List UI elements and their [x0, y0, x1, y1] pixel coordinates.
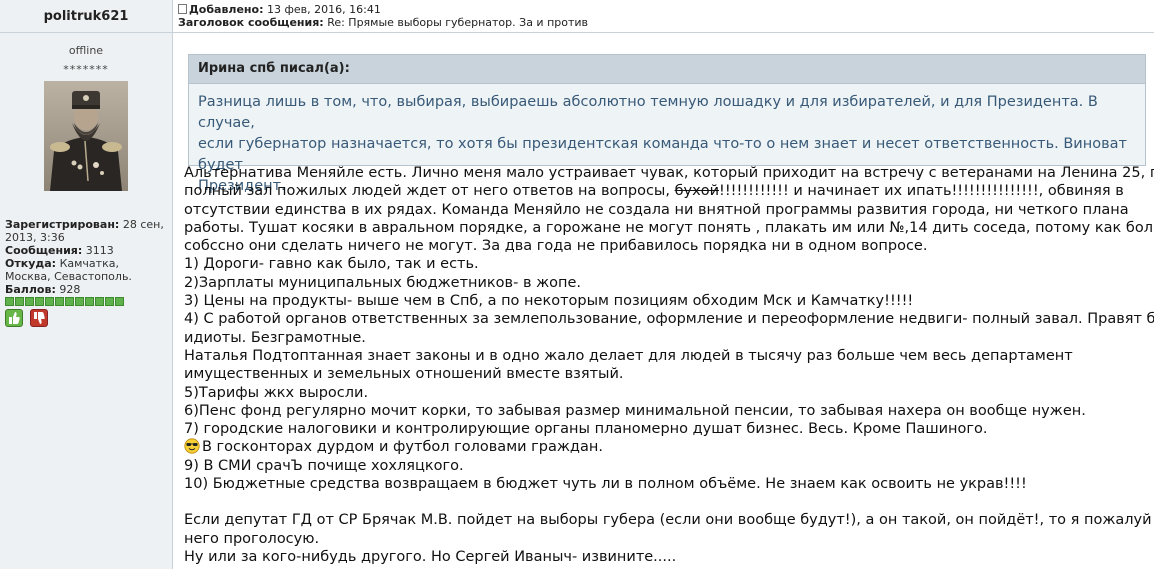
post-subject-row: Заголовок сообщения: Re: Прямые выборы г… [178, 16, 588, 29]
message-line: Если депутат ГД от СР Брячак М.В. пойдет… [184, 512, 1154, 529]
quote-block: Ирина спб писал(а): Разница лишь в том, … [188, 54, 1146, 194]
author-name-cell: politruk621 [0, 0, 172, 33]
message-fragment: !!!!!!!!!!!! и начинает их ипать!!!!!!!!… [719, 183, 1124, 200]
message-line: работы. Тушат косяки в авральном порядке… [184, 219, 1154, 236]
message-line: Альтернатива Меняйле есть. Лично меня ма… [184, 165, 1154, 181]
message-line: собсcно они сделать ничего не могут. За … [184, 238, 928, 255]
author-info: Зарегистрирован: 28 сен, 2013, 3:36 Сооб… [0, 218, 172, 296]
avatar [44, 81, 128, 191]
registered-label: Зарегистрирован: [5, 218, 120, 231]
quote-author: Ирина спб писал(а): [189, 55, 1145, 84]
subject-value: Re: Прямые выборы губернатор. За и проти… [327, 16, 589, 29]
online-status: offline [68, 44, 104, 57]
from-label: Откуда: [5, 257, 57, 270]
message-line: 2)Зарплаты муниципальных бюджетников- в … [184, 274, 582, 291]
points-label: Баллов: [5, 283, 56, 296]
message-line: Наталья Подтоптанная знает законы и в од… [184, 347, 1073, 364]
message-line: идиоты. Безграмотные. [184, 329, 366, 346]
post-header: Добавлено: 13 фев, 2016, 16:41 Заголовок… [173, 0, 1154, 33]
message-line: отсутствии единства в их рядах. Команда … [184, 201, 1129, 218]
added-label: Добавлено: [189, 3, 264, 16]
message-line: Ну или за кого-нибудь другого. Но Сергей… [184, 548, 677, 565]
message-fragment: В госконторах дурдом и футбол головами г… [202, 439, 603, 456]
message-line: 9) В СМИ срачЪ почище хохляцкого. [184, 457, 464, 474]
posts-label: Сообщения: [5, 244, 83, 257]
message-line: 4) С работой органов ответственных за зе… [184, 311, 1154, 328]
strikethrough-text: бухой [674, 183, 719, 200]
thumbs-up-icon[interactable] [5, 309, 23, 327]
message-line: 7) городские налоговики и контролирующие… [184, 421, 988, 438]
thumbs-down-icon[interactable] [30, 309, 49, 327]
author-name[interactable]: politruk621 [44, 9, 129, 24]
message-line: 6)Пенс фонд регулярно мочит корки, то за… [184, 402, 1086, 419]
reputation-bar [0, 297, 172, 307]
message-line: имущественных и земельных отношений вмес… [184, 366, 624, 383]
message-line: В госконторах дурдом и футбол головами г… [184, 438, 1154, 456]
posts-value: 3113 [85, 244, 114, 257]
message-line: полный зал пожилых людей ждет от него от… [184, 182, 1154, 200]
quote-line: Разница лишь в том, что, выбирая, выбира… [198, 94, 1098, 131]
author-panel: politruk621 offline ******* Зарегистриро… [0, 0, 173, 569]
message-line: 3) Цены на продукты- выше чем в Спб, а п… [184, 293, 914, 310]
message-fragment: полный зал пожилых людей ждет от него от… [184, 183, 675, 200]
message-line: него проголосую. [184, 530, 320, 547]
message-text: Альтернатива Меняйле есть. Лично меня ма… [184, 164, 1154, 566]
rank-stars: ******* [63, 63, 109, 76]
forum-post: politruk621 offline ******* Зарегистриро… [0, 0, 1154, 569]
message-line: 10) Бюджетные средства возвращаем в бюдж… [184, 476, 1027, 493]
vote-row [0, 309, 172, 328]
post-body: Ирина спб писал(а): Разница лишь в том, … [173, 33, 1154, 569]
message-line: 5)Тарифы жкх выросли. [184, 384, 369, 401]
subject-label: Заголовок сообщения: [178, 16, 324, 29]
post-date-row: Добавлено: 13 фев, 2016, 16:41 [178, 3, 381, 16]
added-value: 13 фев, 2016, 16:41 [267, 3, 381, 16]
message-line: 1) Дороги- гавно как было, так и есть. [184, 256, 479, 273]
cool-smiley-icon [184, 438, 200, 455]
post-icon[interactable] [178, 4, 187, 14]
points-value: 928 [59, 283, 81, 296]
